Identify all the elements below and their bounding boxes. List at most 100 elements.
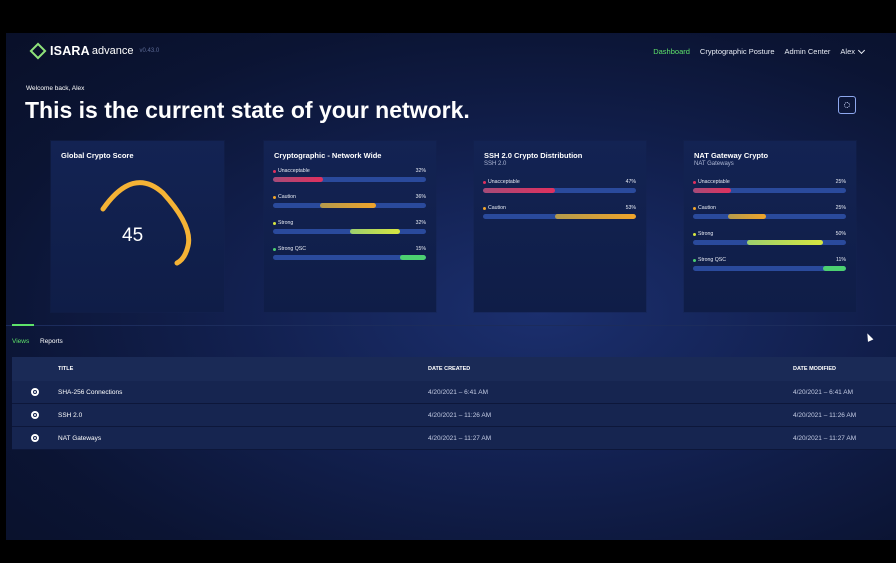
- metric-value: 32%: [415, 220, 426, 226]
- metric-value: 15%: [415, 246, 426, 252]
- table-row[interactable]: NAT Gateways 4/20/2021 – 11:27 AM 4/20/2…: [12, 427, 896, 450]
- metric-label: Caution: [698, 205, 716, 211]
- metric-caution: Caution 36%: [273, 194, 426, 208]
- metric-unacceptable: Unacceptable 47%: [483, 179, 636, 193]
- metric-value: 25%: [835, 179, 846, 185]
- table-row[interactable]: SHA-256 Connections 4/20/2021 – 6:41 AM …: [12, 381, 896, 404]
- tab-reports[interactable]: Reports: [40, 338, 63, 345]
- metric-label: Strong QSC: [698, 257, 726, 263]
- progress-fill: [399, 255, 426, 260]
- ssh-crypto-card[interactable]: SSH 2.0 Crypto Distribution SSH 2.0 Unac…: [474, 141, 646, 312]
- row-date-modified: 4/20/2021 – 11:26 AM: [793, 411, 857, 419]
- row-title: SSH 2.0: [58, 411, 83, 419]
- metric-label: Unacceptable: [488, 179, 520, 185]
- user-menu[interactable]: Alex: [840, 46, 866, 56]
- progress-fill: [320, 203, 376, 208]
- row-date-created: 4/20/2021 – 11:26 AM: [428, 411, 492, 419]
- status-dot-icon: [273, 221, 276, 225]
- metric-strong: Strong 50%: [693, 231, 846, 245]
- metric-value: 32%: [415, 168, 426, 174]
- tabs-divider: [6, 325, 896, 326]
- metric-unacceptable: Unacceptable 25%: [693, 179, 846, 193]
- global-score-value: 45: [122, 225, 144, 246]
- row-title: NAT Gateways: [58, 434, 102, 442]
- metric-label: Caution: [488, 205, 506, 211]
- metric-caution: Caution 25%: [693, 205, 846, 219]
- status-dot-icon: [273, 247, 276, 251]
- video-letterbox-top: [0, 0, 896, 33]
- app-version: v0.43.0: [139, 48, 160, 54]
- progress-fill: [693, 188, 732, 193]
- nav-links: Dashboard Cryptographic Posture Admin Ce…: [653, 46, 866, 56]
- progress-bar: [693, 214, 846, 219]
- status-dot-icon: [693, 180, 696, 184]
- metric-label: Unacceptable: [278, 168, 310, 174]
- metric-value: 25%: [835, 205, 846, 211]
- status-dot-icon: [483, 180, 486, 184]
- settings-button[interactable]: [838, 96, 856, 114]
- global-crypto-score-card[interactable]: Global Crypto Score 45: [51, 141, 224, 312]
- card-subtitle: SSH 2.0: [484, 161, 507, 167]
- progress-fill: [746, 240, 824, 245]
- nav-cryptographic-posture[interactable]: Cryptographic Posture: [700, 47, 775, 56]
- progress-bar: [693, 240, 846, 245]
- welcome-message: Welcome back, Alex: [26, 85, 85, 92]
- status-dot-icon: [273, 195, 276, 199]
- network-wide-card[interactable]: Cryptographic - Network Wide Unacceptabl…: [264, 141, 436, 312]
- column-header-date-modified[interactable]: DATE MODIFIED: [793, 366, 896, 372]
- metric-unacceptable: Unacceptable 32%: [273, 168, 426, 182]
- chevron-down-icon: [857, 46, 866, 54]
- top-navigation: ISARA advance v0.43.0 Dashboard Cryptogr…: [6, 33, 896, 71]
- metric-value: 11%: [836, 257, 846, 263]
- views-table: TITLE DATE CREATED DATE MODIFIED SHA-256…: [12, 357, 896, 450]
- video-letterbox-bottom: [0, 540, 896, 563]
- progress-fill: [483, 188, 555, 193]
- diamond-logo-icon: [29, 42, 47, 60]
- row-date-modified: 4/20/2021 – 6:41 AM: [793, 388, 853, 396]
- tab-views[interactable]: Views: [12, 338, 29, 345]
- nav-admin-center[interactable]: Admin Center: [785, 47, 831, 56]
- active-tab-indicator: [12, 324, 34, 326]
- progress-fill: [349, 229, 400, 234]
- progress-fill: [273, 177, 324, 182]
- view-icon: [31, 388, 39, 396]
- metric-label: Strong: [278, 220, 294, 226]
- status-dot-icon: [693, 232, 696, 236]
- metric-label: Strong: [698, 231, 714, 237]
- metric-strong: Strong 32%: [273, 220, 426, 234]
- row-date-created: 4/20/2021 – 6:41 AM: [428, 388, 488, 396]
- card-subtitle: NAT Gateways: [694, 161, 734, 167]
- progress-bar: [273, 229, 426, 234]
- progress-bar: [693, 266, 846, 271]
- logo-product-text: advance: [91, 45, 134, 57]
- status-dot-icon: [483, 206, 486, 210]
- metric-label: Strong QSC: [278, 246, 306, 252]
- metric-strong-qsc: Strong QSC 15%: [273, 246, 426, 260]
- table-row[interactable]: SSH 2.0 4/20/2021 – 11:26 AM 4/20/2021 –…: [12, 404, 896, 427]
- column-header-title[interactable]: TITLE: [58, 366, 428, 372]
- progress-bar: [483, 188, 636, 193]
- card-title: Cryptographic - Network Wide: [274, 151, 382, 160]
- table-header: TITLE DATE CREATED DATE MODIFIED: [12, 357, 896, 381]
- progress-bar: [273, 203, 426, 208]
- progress-fill: [554, 214, 636, 219]
- page-headline: This is the current state of your networ…: [25, 97, 470, 123]
- progress-fill: [728, 214, 767, 219]
- progress-bar: [273, 177, 426, 182]
- card-title: Global Crypto Score: [61, 151, 134, 160]
- column-header-date-created[interactable]: DATE CREATED: [428, 366, 793, 372]
- score-gauge: [100, 180, 192, 266]
- status-dot-icon: [693, 258, 696, 262]
- isara-logo[interactable]: ISARA advance v0.43.0: [29, 42, 160, 60]
- status-dot-icon: [693, 206, 696, 210]
- nat-gateway-card[interactable]: NAT Gateway Crypto NAT Gateways Unaccept…: [684, 141, 856, 312]
- mouse-cursor-icon: [864, 332, 874, 342]
- nav-dashboard[interactable]: Dashboard: [653, 47, 690, 56]
- card-title: NAT Gateway Crypto: [694, 151, 769, 160]
- metric-label: Caution: [278, 194, 296, 200]
- progress-bar: [693, 188, 846, 193]
- view-icon: [31, 411, 39, 419]
- metric-strong-qsc: Strong QSC 11%: [693, 257, 846, 271]
- progress-bar: [483, 214, 636, 219]
- logo-brand-text: ISARA: [50, 44, 90, 58]
